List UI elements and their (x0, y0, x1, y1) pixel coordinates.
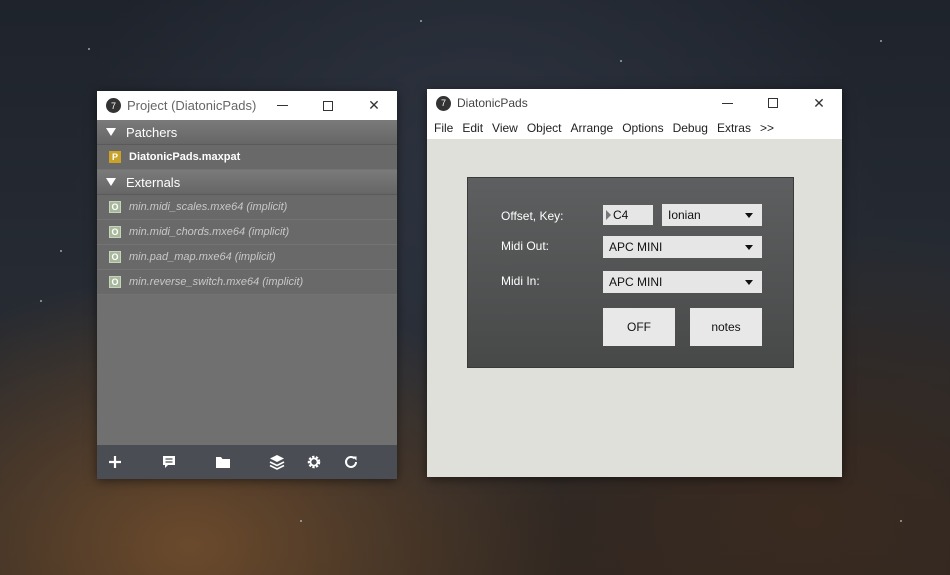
minimize-icon (276, 105, 288, 106)
chevron-down-icon (745, 280, 753, 285)
menu-object[interactable]: Object (527, 121, 562, 135)
menu-options[interactable]: Options (622, 121, 663, 135)
offset-value: C4 (613, 208, 629, 222)
chevron-down-icon (745, 213, 753, 218)
section-externals[interactable]: Externals (97, 170, 397, 195)
list-item-external[interactable]: O min.pad_map.mxe64 (implicit) (97, 245, 397, 270)
list-item-patcher[interactable]: P DiatonicPads.maxpat (97, 145, 397, 170)
menu-bar: File Edit View Object Arrange Options De… (427, 117, 842, 139)
number-triangle-icon (606, 210, 611, 220)
item-name: min.pad_map.mxe64 (implicit) (129, 251, 276, 263)
control-panel: Offset, Key: C4 Ionian Midi Out: APC MIN… (467, 177, 794, 368)
notes-button[interactable]: notes (690, 308, 762, 346)
close-button[interactable]: ✕ (796, 89, 842, 118)
midi-out-dropdown[interactable]: APC MINI (603, 236, 762, 258)
menu-file[interactable]: File (434, 121, 453, 135)
maximize-button[interactable] (750, 89, 796, 118)
patcher-window: 7 DiatonicPads ✕ File Edit View Object A… (427, 89, 842, 477)
item-name: min.reverse_switch.mxe64 (implicit) (129, 276, 304, 288)
object-badge-icon: O (109, 201, 121, 213)
maximize-icon (323, 100, 333, 111)
close-button[interactable]: ✕ (351, 91, 397, 120)
patcher-badge-icon: P (109, 151, 121, 163)
menu-debug[interactable]: Debug (673, 121, 708, 135)
item-name: min.midi_scales.mxe64 (implicit) (129, 201, 288, 213)
comment-icon[interactable] (161, 454, 177, 470)
midi-in-label: Midi In: (501, 274, 540, 288)
folder-icon[interactable] (215, 454, 231, 470)
minimize-button[interactable] (704, 89, 750, 118)
patcher-window-title: DiatonicPads (457, 96, 528, 110)
midi-out-value: APC MINI (609, 240, 663, 254)
offset-number-box[interactable]: C4 (603, 205, 653, 225)
close-icon: ✕ (813, 94, 825, 111)
toggle-button[interactable]: OFF (603, 308, 675, 346)
max-logo-icon: 7 (436, 95, 451, 111)
expand-triangle-icon[interactable] (106, 178, 116, 186)
maximize-button[interactable] (305, 91, 351, 120)
minimize-button[interactable] (259, 91, 305, 120)
project-window-title: Project (DiatonicPads) (127, 98, 257, 113)
item-name: min.midi_chords.mxe64 (implicit) (129, 226, 290, 238)
max-logo-icon: 7 (106, 98, 121, 113)
midi-in-dropdown[interactable]: APC MINI (603, 271, 762, 293)
layers-icon[interactable] (269, 454, 285, 470)
midi-out-label: Midi Out: (501, 239, 550, 253)
section-patchers[interactable]: Patchers (97, 120, 397, 145)
object-badge-icon: O (109, 251, 121, 263)
chevron-down-icon (745, 245, 753, 250)
key-dropdown[interactable]: Ionian (662, 204, 762, 226)
project-toolbar (97, 445, 397, 479)
midi-in-value: APC MINI (609, 275, 663, 289)
expand-triangle-icon[interactable] (106, 128, 116, 136)
project-tree: Patchers P DiatonicPads.maxpat Externals… (97, 120, 397, 445)
close-icon: ✕ (368, 97, 380, 113)
maximize-icon (768, 98, 778, 108)
section-label: Externals (126, 174, 181, 190)
list-item-external[interactable]: O min.reverse_switch.mxe64 (implicit) (97, 270, 397, 295)
item-name: DiatonicPads.maxpat (129, 151, 241, 163)
add-icon[interactable] (107, 454, 123, 470)
menu-edit[interactable]: Edit (462, 121, 483, 135)
project-titlebar[interactable]: 7 Project (DiatonicPads) ✕ (97, 91, 397, 120)
project-window: 7 Project (DiatonicPads) ✕ Patchers P Di… (97, 91, 397, 479)
list-item-external[interactable]: O min.midi_scales.mxe64 (implicit) (97, 195, 397, 220)
patcher-titlebar[interactable]: 7 DiatonicPads ✕ (427, 89, 842, 117)
list-item-external[interactable]: O min.midi_chords.mxe64 (implicit) (97, 220, 397, 245)
menu-extras[interactable]: Extras (717, 121, 751, 135)
menu-arrange[interactable]: Arrange (571, 121, 614, 135)
menu-overflow[interactable]: >> (760, 121, 774, 135)
object-badge-icon: O (109, 276, 121, 288)
refresh-icon[interactable] (343, 454, 359, 470)
object-badge-icon: O (109, 226, 121, 238)
section-label: Patchers (126, 124, 178, 140)
key-value: Ionian (668, 208, 701, 222)
offset-key-label: Offset, Key: (501, 209, 564, 223)
gear-icon[interactable] (306, 454, 322, 470)
minimize-icon (721, 102, 733, 104)
menu-view[interactable]: View (492, 121, 518, 135)
